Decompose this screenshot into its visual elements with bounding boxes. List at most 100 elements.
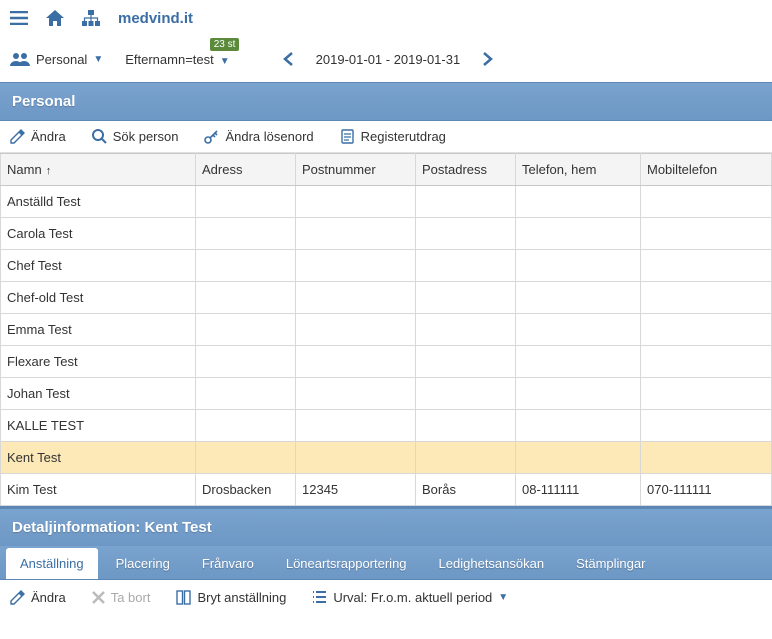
tab-anställning[interactable]: Anställning [6, 548, 98, 579]
cell-mobil [641, 442, 772, 474]
next-arrow-icon[interactable] [480, 52, 494, 66]
personal-label: Personal [36, 52, 87, 67]
table-row[interactable]: Chef Test [1, 250, 772, 282]
cell-name: Anställd Test [1, 186, 196, 218]
cell-mobil [641, 250, 772, 282]
filter-dropdown[interactable]: Efternamn=test 23 st ▼ [125, 52, 229, 67]
col-adress[interactable]: Adress [196, 154, 296, 186]
table-row[interactable]: Emma Test [1, 314, 772, 346]
tab-löneartsrapportering[interactable]: Löneartsrapportering [272, 548, 421, 579]
cell-name: Chef-old Test [1, 282, 196, 314]
cell-adress [196, 410, 296, 442]
cell-tel: 08-111111 [516, 474, 641, 506]
brand-title[interactable]: medvind.it [118, 10, 193, 27]
table-row[interactable]: Kent Test [1, 442, 772, 474]
search-icon [92, 129, 107, 144]
edit-label: Ändra [31, 129, 66, 144]
prev-arrow-icon[interactable] [282, 52, 296, 66]
col-name[interactable]: Namn↑ [1, 154, 196, 186]
detail-delete-label: Ta bort [111, 590, 151, 605]
cell-postadr [416, 250, 516, 282]
tab-stämplingar[interactable]: Stämplingar [562, 548, 659, 579]
change-password-button[interactable]: Ändra lösenord [204, 129, 313, 144]
table-row[interactable]: Anställd Test [1, 186, 772, 218]
section-header: Personal [0, 82, 772, 121]
cell-postadr: Borås [416, 474, 516, 506]
cell-postadr [416, 218, 516, 250]
edit-button[interactable]: Ändra [10, 129, 66, 144]
table-row[interactable]: Flexare Test [1, 346, 772, 378]
cell-tel [516, 314, 641, 346]
tab-ledighetsansökan[interactable]: Ledighetsansökan [425, 548, 559, 579]
break-employment-button[interactable]: Bryt anställning [176, 590, 286, 605]
cell-adress [196, 378, 296, 410]
key-icon [204, 129, 219, 144]
detail-edit-button[interactable]: Ändra [10, 590, 66, 605]
cell-postnr [296, 442, 416, 474]
cell-postadr [416, 346, 516, 378]
table-row[interactable]: Johan Test [1, 378, 772, 410]
selection-label: Urval: Fr.o.m. aktuell period [333, 590, 492, 605]
cell-mobil [641, 282, 772, 314]
table-row[interactable]: Chef-old Test [1, 282, 772, 314]
col-postnummer[interactable]: Postnummer [296, 154, 416, 186]
col-mobil[interactable]: Mobiltelefon [641, 154, 772, 186]
cell-tel [516, 410, 641, 442]
detail-edit-label: Ändra [31, 590, 66, 605]
tab-placering[interactable]: Placering [102, 548, 184, 579]
edit-icon [10, 590, 25, 605]
cell-tel [516, 378, 641, 410]
detail-action-bar: Ändra Ta bort Bryt anställning Urval: Fr… [0, 580, 772, 615]
cell-postnr [296, 250, 416, 282]
search-person-button[interactable]: Sök person [92, 129, 179, 144]
edit-icon [10, 129, 25, 144]
caret-down-icon: ▼ [498, 592, 508, 603]
cell-tel [516, 250, 641, 282]
cell-tel [516, 218, 641, 250]
table-header-row: Namn↑ Adress Postnummer Postadress Telef… [1, 154, 772, 186]
cell-adress [196, 250, 296, 282]
cell-postadr [416, 186, 516, 218]
detail-delete-button[interactable]: Ta bort [92, 590, 151, 605]
caret-down-icon: ▼ [220, 56, 230, 67]
cell-postadr [416, 442, 516, 474]
filter-badge: 23 st [210, 38, 240, 51]
table-row[interactable]: Carola Test [1, 218, 772, 250]
table-row[interactable]: KALLE TEST [1, 410, 772, 442]
break-employment-label: Bryt anställning [197, 590, 286, 605]
col-postadress[interactable]: Postadress [416, 154, 516, 186]
filter-caret: 23 st ▼ [220, 52, 230, 67]
cell-adress [196, 282, 296, 314]
cell-mobil [641, 346, 772, 378]
cell-postadr [416, 410, 516, 442]
col-telefon[interactable]: Telefon, hem [516, 154, 641, 186]
caret-down-icon: ▼ [93, 54, 103, 65]
personal-dropdown[interactable]: Personal ▼ [10, 52, 103, 67]
register-extract-button[interactable]: Registerutdrag [340, 129, 446, 144]
cell-mobil [641, 218, 772, 250]
cell-postnr [296, 410, 416, 442]
users-icon [10, 52, 30, 66]
selection-dropdown[interactable]: Urval: Fr.o.m. aktuell period ▼ [312, 590, 508, 605]
sitemap-icon[interactable] [82, 9, 100, 27]
cell-adress [196, 346, 296, 378]
tab-frånvaro[interactable]: Frånvaro [188, 548, 268, 579]
home-icon[interactable] [46, 9, 64, 27]
cell-postadr [416, 378, 516, 410]
detail-header: Detaljinformation: Kent Test [0, 506, 772, 546]
table-row[interactable]: Kim TestDrosbacken12345Borås08-111111070… [1, 474, 772, 506]
cell-name: Chef Test [1, 250, 196, 282]
cell-postadr [416, 282, 516, 314]
cell-name: Carola Test [1, 218, 196, 250]
detail-title: Detaljinformation: Kent Test [12, 519, 212, 536]
context-toolbar: Personal ▼ Efternamn=test 23 st ▼ 2019-0… [0, 36, 772, 82]
cell-tel [516, 282, 641, 314]
date-range-label[interactable]: 2019-01-01 - 2019-01-31 [316, 52, 461, 67]
cell-name: Emma Test [1, 314, 196, 346]
columns-icon [176, 590, 191, 605]
cell-name: Flexare Test [1, 346, 196, 378]
menu-icon[interactable] [10, 9, 28, 27]
cell-name: KALLE TEST [1, 410, 196, 442]
register-extract-label: Registerutdrag [361, 129, 446, 144]
cell-tel [516, 186, 641, 218]
